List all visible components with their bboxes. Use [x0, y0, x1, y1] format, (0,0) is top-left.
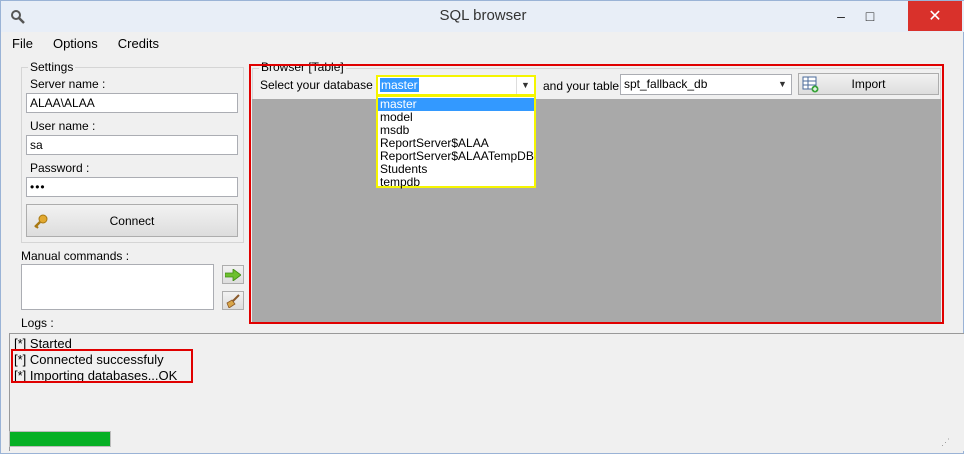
app-window: SQL browser – □ ✕ File Options Credits S… — [0, 0, 964, 454]
progress-fill — [10, 432, 110, 446]
progress-bar — [9, 431, 111, 447]
manual-commands-label: Manual commands : — [21, 249, 130, 263]
server-name-label: Server name : — [30, 77, 106, 91]
execute-button[interactable] — [222, 265, 244, 284]
minimize-button[interactable]: – — [827, 1, 855, 31]
menu-bar: File Options Credits — [2, 34, 964, 54]
title-bar: SQL browser – □ ✕ — [1, 1, 964, 32]
user-name-input[interactable]: sa — [26, 135, 238, 155]
maximize-button[interactable]: □ — [856, 1, 884, 31]
highlight-box-browser — [249, 64, 944, 324]
settings-legend: Settings — [28, 60, 76, 74]
manual-commands-input[interactable] — [21, 264, 214, 310]
window-title: SQL browser — [439, 7, 527, 24]
user-name-label: User name : — [30, 119, 96, 133]
key-icon — [34, 214, 48, 229]
clear-button[interactable] — [222, 291, 244, 310]
green-arrow-icon — [225, 268, 241, 281]
logs-label: Logs : — [21, 316, 54, 330]
menu-credits[interactable]: Credits — [108, 34, 169, 54]
password-label: Password : — [30, 161, 90, 175]
password-input[interactable]: ••• — [26, 177, 238, 197]
broom-icon — [226, 293, 240, 308]
highlight-box-logs — [11, 349, 193, 383]
close-button[interactable]: ✕ — [908, 1, 962, 31]
resize-grip-icon[interactable]: ⋰ — [941, 437, 950, 448]
menu-file[interactable]: File — [2, 34, 43, 54]
connect-button-label: Connect — [109, 213, 155, 228]
server-name-input[interactable]: ALAA\ALAA — [26, 93, 238, 113]
connect-button[interactable]: Connect — [26, 204, 238, 237]
menu-options[interactable]: Options — [43, 34, 108, 54]
